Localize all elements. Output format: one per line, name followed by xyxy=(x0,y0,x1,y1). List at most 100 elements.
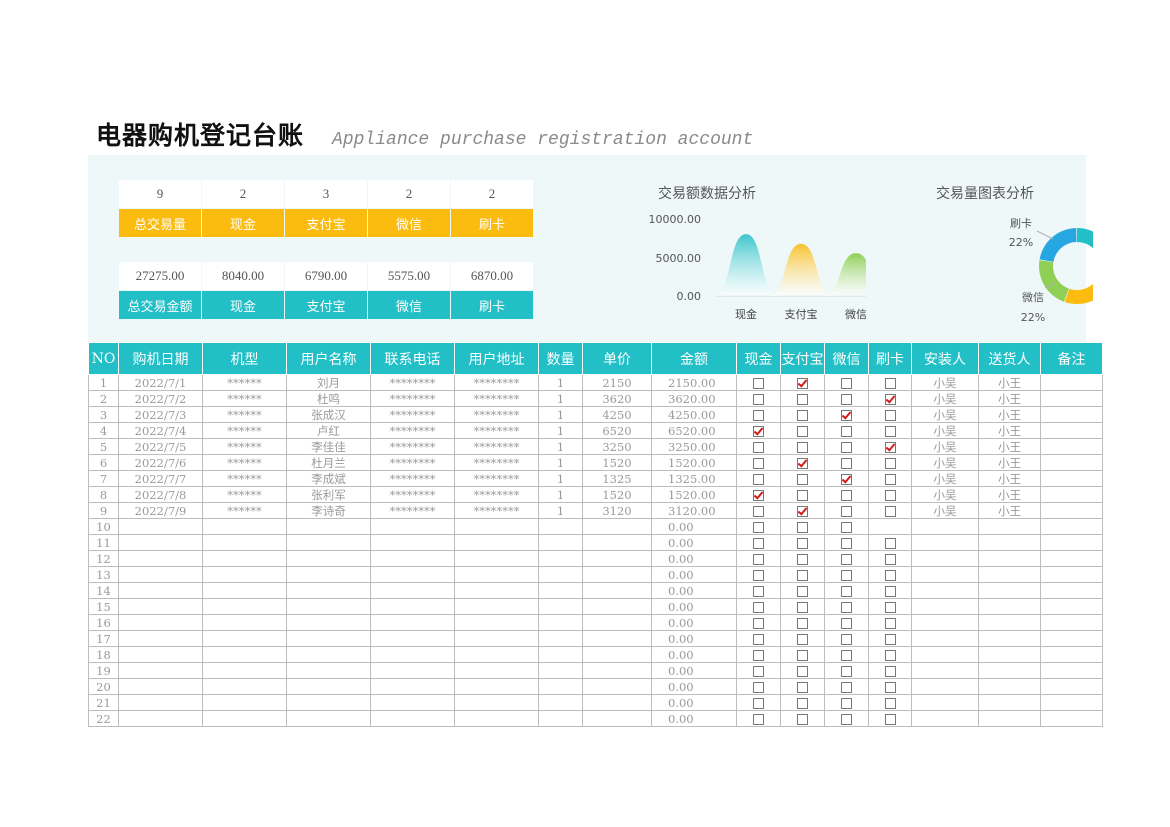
purchase-date-cell[interactable] xyxy=(118,710,203,727)
amount-cell[interactable]: 2150.00 xyxy=(651,374,737,391)
note-cell[interactable] xyxy=(1040,614,1103,631)
cash-checkbox[interactable] xyxy=(753,666,764,677)
installer-cell[interactable] xyxy=(911,566,979,583)
unit-price-cell[interactable] xyxy=(582,518,652,535)
phone-cell[interactable]: ******** xyxy=(370,502,455,519)
row-no-cell[interactable]: 16 xyxy=(88,614,119,631)
user-name-cell[interactable]: 李成斌 xyxy=(286,470,371,487)
unit-price-cell[interactable]: 1520 xyxy=(582,486,652,503)
note-cell[interactable] xyxy=(1040,710,1103,727)
card-checkbox[interactable] xyxy=(884,474,896,485)
address-cell[interactable]: ******** xyxy=(454,390,539,407)
note-cell[interactable] xyxy=(1040,694,1103,711)
installer-cell[interactable]: 小吴 xyxy=(911,374,979,391)
alipay-checkbox[interactable] xyxy=(797,410,808,421)
model-cell[interactable] xyxy=(202,662,287,679)
user-name-cell[interactable] xyxy=(286,630,371,647)
address-cell[interactable] xyxy=(454,630,539,647)
model-cell[interactable]: ****** xyxy=(202,374,287,391)
note-cell[interactable] xyxy=(1040,390,1103,407)
row-no-cell[interactable]: 11 xyxy=(88,534,119,551)
row-no-cell[interactable]: 6 xyxy=(88,454,119,471)
phone-cell[interactable]: ******** xyxy=(370,422,455,439)
phone-cell[interactable]: ******** xyxy=(370,454,455,471)
user-name-cell[interactable] xyxy=(286,518,371,535)
installer-cell[interactable] xyxy=(911,550,979,567)
unit-price-cell[interactable] xyxy=(582,550,652,567)
quantity-cell[interactable]: 1 xyxy=(538,390,583,407)
wechat-checkbox[interactable] xyxy=(841,618,852,629)
model-cell[interactable] xyxy=(202,678,287,695)
unit-price-cell[interactable]: 1325 xyxy=(582,470,652,487)
model-cell[interactable] xyxy=(202,550,287,567)
card-checkbox[interactable] xyxy=(884,602,896,613)
user-name-cell[interactable] xyxy=(286,710,371,727)
alipay-checkbox[interactable] xyxy=(797,698,808,709)
phone-cell[interactable]: ******** xyxy=(370,406,455,423)
user-name-cell[interactable] xyxy=(286,566,371,583)
card-checkbox[interactable] xyxy=(884,394,896,405)
phone-cell[interactable] xyxy=(370,582,455,599)
wechat-checkbox[interactable] xyxy=(841,714,852,725)
unit-price-cell[interactable] xyxy=(582,678,652,695)
purchase-date-cell[interactable]: 2022/7/2 xyxy=(118,390,203,407)
cash-checkbox[interactable] xyxy=(753,714,764,725)
cash-checkbox[interactable] xyxy=(753,554,764,565)
unit-price-cell[interactable]: 3250 xyxy=(582,438,652,455)
row-no-cell[interactable]: 5 xyxy=(88,438,119,455)
address-cell[interactable] xyxy=(454,646,539,663)
cash-checkbox[interactable] xyxy=(753,378,764,389)
user-name-cell[interactable] xyxy=(286,582,371,599)
amount-cell[interactable]: 3620.00 xyxy=(651,390,737,407)
phone-cell[interactable]: ******** xyxy=(370,470,455,487)
amount-cell[interactable]: 0.00 xyxy=(651,630,737,647)
row-no-cell[interactable]: 15 xyxy=(88,598,119,615)
card-checkbox[interactable] xyxy=(884,458,896,469)
alipay-checkbox[interactable] xyxy=(797,554,808,565)
wechat-checkbox[interactable] xyxy=(841,682,852,693)
alipay-checkbox[interactable] xyxy=(797,634,808,645)
deliverer-cell[interactable]: 小王 xyxy=(978,422,1041,439)
phone-cell[interactable] xyxy=(370,662,455,679)
purchase-date-cell[interactable]: 2022/7/1 xyxy=(118,374,203,391)
row-no-cell[interactable]: 9 xyxy=(88,502,119,519)
alipay-checkbox[interactable] xyxy=(797,618,808,629)
installer-cell[interactable]: 小吴 xyxy=(911,390,979,407)
card-checkbox[interactable] xyxy=(884,586,896,597)
quantity-cell[interactable]: 1 xyxy=(538,374,583,391)
user-name-cell[interactable] xyxy=(286,678,371,695)
purchase-date-cell[interactable]: 2022/7/7 xyxy=(118,470,203,487)
amount-cell[interactable]: 0.00 xyxy=(651,550,737,567)
unit-price-cell[interactable] xyxy=(582,582,652,599)
deliverer-cell[interactable] xyxy=(978,646,1041,663)
amount-cell[interactable]: 3250.00 xyxy=(651,438,737,455)
purchase-date-cell[interactable]: 2022/7/6 xyxy=(118,454,203,471)
card-checkbox[interactable] xyxy=(884,682,896,693)
phone-cell[interactable] xyxy=(370,598,455,615)
user-name-cell[interactable]: 刘月 xyxy=(286,374,371,391)
installer-cell[interactable]: 小吴 xyxy=(911,454,979,471)
installer-cell[interactable] xyxy=(911,662,979,679)
alipay-checkbox[interactable] xyxy=(797,650,808,661)
purchase-date-cell[interactable] xyxy=(118,614,203,631)
deliverer-cell[interactable]: 小王 xyxy=(978,406,1041,423)
phone-cell[interactable]: ******** xyxy=(370,486,455,503)
address-cell[interactable]: ******** xyxy=(454,422,539,439)
note-cell[interactable] xyxy=(1040,486,1103,503)
card-checkbox[interactable] xyxy=(884,666,896,677)
card-checkbox[interactable] xyxy=(884,410,896,421)
cash-checkbox[interactable] xyxy=(753,538,764,549)
card-checkbox[interactable] xyxy=(884,698,896,709)
wechat-checkbox[interactable] xyxy=(841,442,852,453)
address-cell[interactable]: ******** xyxy=(454,486,539,503)
model-cell[interactable]: ****** xyxy=(202,502,287,519)
row-no-cell[interactable]: 17 xyxy=(88,630,119,647)
quantity-cell[interactable] xyxy=(538,614,583,631)
unit-price-cell[interactable]: 1520 xyxy=(582,454,652,471)
installer-cell[interactable] xyxy=(911,534,979,551)
installer-cell[interactable]: 小吴 xyxy=(911,502,979,519)
address-cell[interactable] xyxy=(454,598,539,615)
alipay-checkbox[interactable] xyxy=(797,586,808,597)
model-cell[interactable] xyxy=(202,614,287,631)
wechat-checkbox[interactable] xyxy=(841,570,852,581)
